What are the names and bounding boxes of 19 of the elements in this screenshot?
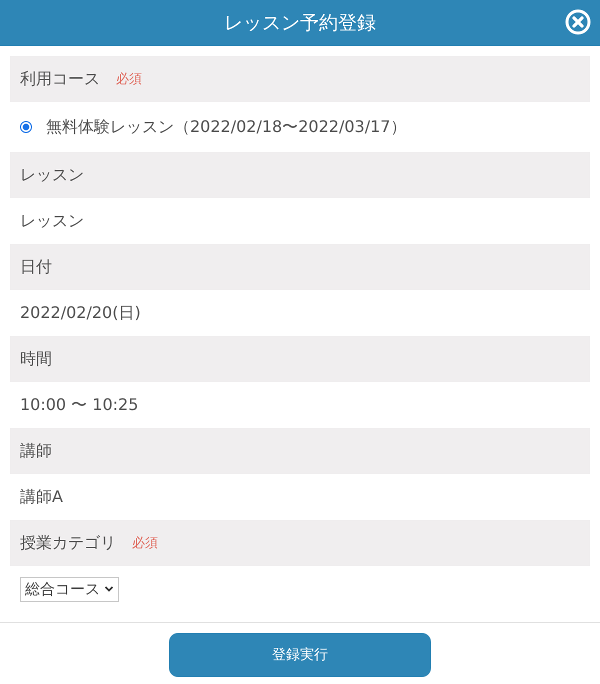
dialog-title: レッスン予約登録 <box>224 11 376 36</box>
caret-icon <box>104 585 114 593</box>
field-value: 講師A <box>20 486 63 508</box>
field-value: 2022/02/20(日) <box>20 302 141 324</box>
field-label: 講師 <box>20 440 52 462</box>
field-label: 日付 <box>20 256 52 278</box>
close-icon[interactable] <box>565 9 591 35</box>
field-label: レッスン <box>20 164 84 186</box>
field-label: 利用コース <box>20 68 100 90</box>
field-label: 授業カテゴリ <box>20 532 116 554</box>
required-label: 必須 <box>132 535 158 552</box>
field-value: 10:00 〜 10:25 <box>20 394 138 416</box>
radio-label[interactable]: 無料体験レッスン（2022/02/18〜2022/03/17） <box>46 116 406 138</box>
required-label: 必須 <box>116 71 142 88</box>
submit-button[interactable]: 登録実行 <box>169 633 431 677</box>
category-select[interactable]: 総合コース <box>20 576 119 602</box>
field-value: レッスン <box>20 210 84 232</box>
field-label: 時間 <box>20 348 52 370</box>
radio-button[interactable] <box>20 121 32 133</box>
